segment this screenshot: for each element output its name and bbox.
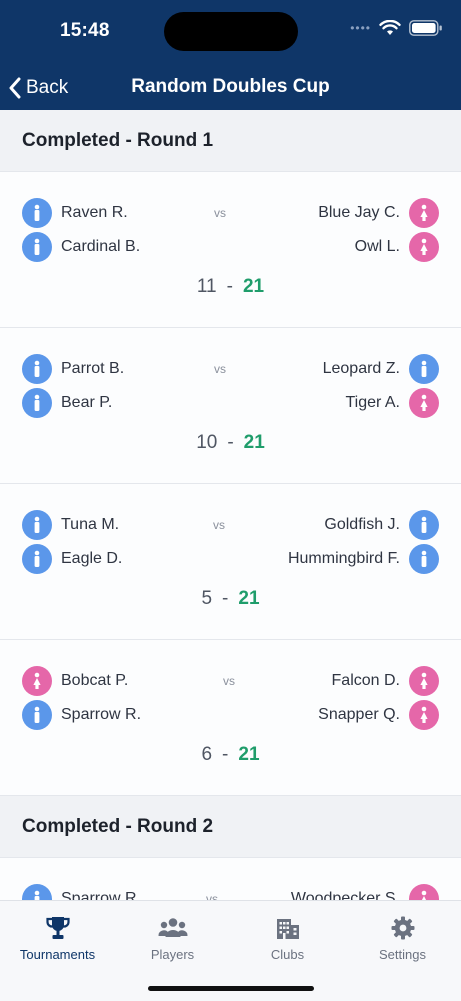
- player-name: Goldfish J.: [324, 516, 400, 533]
- battery-icon: [409, 20, 442, 36]
- section-header-round-1: Completed - Round 1: [0, 110, 461, 172]
- player-name: Parrot B.: [61, 360, 125, 377]
- match-card[interactable]: Tuna M. Goldfish J. vs Eagle D. Hummingb…: [0, 484, 461, 640]
- score-right: 21: [242, 276, 265, 297]
- male-player-icon: [22, 510, 52, 540]
- tab-settings[interactable]: Settings: [345, 915, 460, 962]
- match-card[interactable]: Parrot B. Leopard Z. vs Bear P. Tiger A.…: [0, 328, 461, 484]
- player-name: Raven R.: [61, 204, 128, 221]
- vs-label: vs: [214, 206, 226, 220]
- score-left: 11: [196, 276, 217, 297]
- vs-label: vs: [214, 362, 226, 376]
- player-name: Falcon D.: [331, 672, 400, 689]
- trophy-icon: [45, 917, 70, 939]
- match-card[interactable]: Raven R. Blue Jay C. vs Cardinal B. Owl …: [0, 172, 461, 328]
- player-name: Hummingbird F.: [287, 550, 400, 567]
- score-right: 21: [243, 432, 265, 453]
- tab-label: Players: [150, 947, 195, 962]
- match-score: 5-21: [0, 588, 461, 610]
- tab-tournaments[interactable]: Tournaments: [0, 915, 115, 962]
- male-player-icon: [22, 884, 52, 900]
- player-name: Sparrow R.: [61, 706, 142, 723]
- dynamic-island: [164, 12, 298, 51]
- player-name: Tiger A.: [345, 394, 400, 411]
- score-right: 21: [238, 744, 260, 765]
- score-left: 5: [201, 588, 213, 609]
- player-name: Tuna M.: [61, 516, 120, 533]
- match-score: 6-21: [0, 744, 461, 766]
- match-list[interactable]: Completed - Round 1 Raven R. Blue Jay C.…: [0, 110, 461, 900]
- gear-icon: [391, 916, 414, 940]
- score-left: 10: [196, 432, 218, 453]
- male-player-icon: [22, 544, 52, 574]
- player-name: Sparrow R.: [61, 890, 142, 900]
- vs-label: vs: [213, 518, 225, 532]
- female-player-icon: [409, 884, 439, 900]
- tab-players[interactable]: Players: [115, 915, 230, 962]
- female-player-icon: [409, 232, 439, 262]
- vs-label: vs: [223, 674, 235, 688]
- status-icons: ••••: [350, 20, 443, 36]
- tab-label: Tournaments: [19, 947, 96, 962]
- cellular-signal-icon: ••••: [350, 21, 371, 35]
- vs-label: vs: [206, 892, 218, 900]
- male-player-icon: [22, 232, 52, 262]
- player-name: Blue Jay C.: [318, 204, 400, 221]
- female-player-icon: [22, 666, 52, 696]
- player-name: Woodpecker S.: [290, 890, 400, 900]
- female-player-icon: [409, 700, 439, 730]
- wifi-icon: [379, 20, 401, 35]
- people-icon: [157, 918, 188, 937]
- male-player-icon: [409, 354, 439, 384]
- score-left: 6: [201, 744, 213, 765]
- match-card[interactable]: Sparrow R. Woodpecker S. vs: [0, 858, 461, 900]
- status-time: 15:48: [60, 20, 110, 41]
- male-player-icon: [409, 510, 439, 540]
- section-header-round-2: Completed - Round 2: [0, 796, 461, 858]
- player-name: Eagle D.: [61, 550, 123, 567]
- page-title: Random Doubles Cup: [131, 76, 330, 97]
- home-indicator[interactable]: [148, 986, 314, 991]
- match-score: 11-21: [0, 276, 461, 298]
- tab-label: Clubs: [270, 947, 305, 962]
- top-bar: 15:48 •••• Back Random Doubles Cup: [0, 0, 461, 110]
- female-player-icon: [409, 388, 439, 418]
- building-icon: [276, 919, 299, 939]
- tab-label: Settings: [379, 947, 426, 962]
- player-name: Leopard Z.: [322, 360, 400, 377]
- player-name: Bear P.: [61, 394, 113, 411]
- player-name: Bobcat P.: [61, 672, 129, 689]
- male-player-icon: [22, 388, 52, 418]
- navigation-bar: Back Random Doubles Cup: [0, 70, 461, 106]
- score-separator: -: [222, 744, 229, 765]
- player-name: Snapper Q.: [318, 706, 400, 723]
- match-score: 10-21: [0, 432, 461, 454]
- male-player-icon: [22, 354, 52, 384]
- male-player-icon: [22, 198, 52, 228]
- score-separator: -: [227, 432, 234, 453]
- score-separator: -: [222, 588, 229, 609]
- player-name: Cardinal B.: [61, 238, 141, 255]
- player-name: Owl L.: [354, 238, 400, 255]
- score-right: 21: [238, 588, 260, 609]
- match-card[interactable]: Bobcat P. Falcon D. vs Sparrow R. Snappe…: [0, 640, 461, 796]
- tab-clubs[interactable]: Clubs: [230, 915, 345, 962]
- male-player-icon: [22, 700, 52, 730]
- female-player-icon: [409, 198, 439, 228]
- score-separator: -: [226, 276, 233, 297]
- male-player-icon: [409, 544, 439, 574]
- female-player-icon: [409, 666, 439, 696]
